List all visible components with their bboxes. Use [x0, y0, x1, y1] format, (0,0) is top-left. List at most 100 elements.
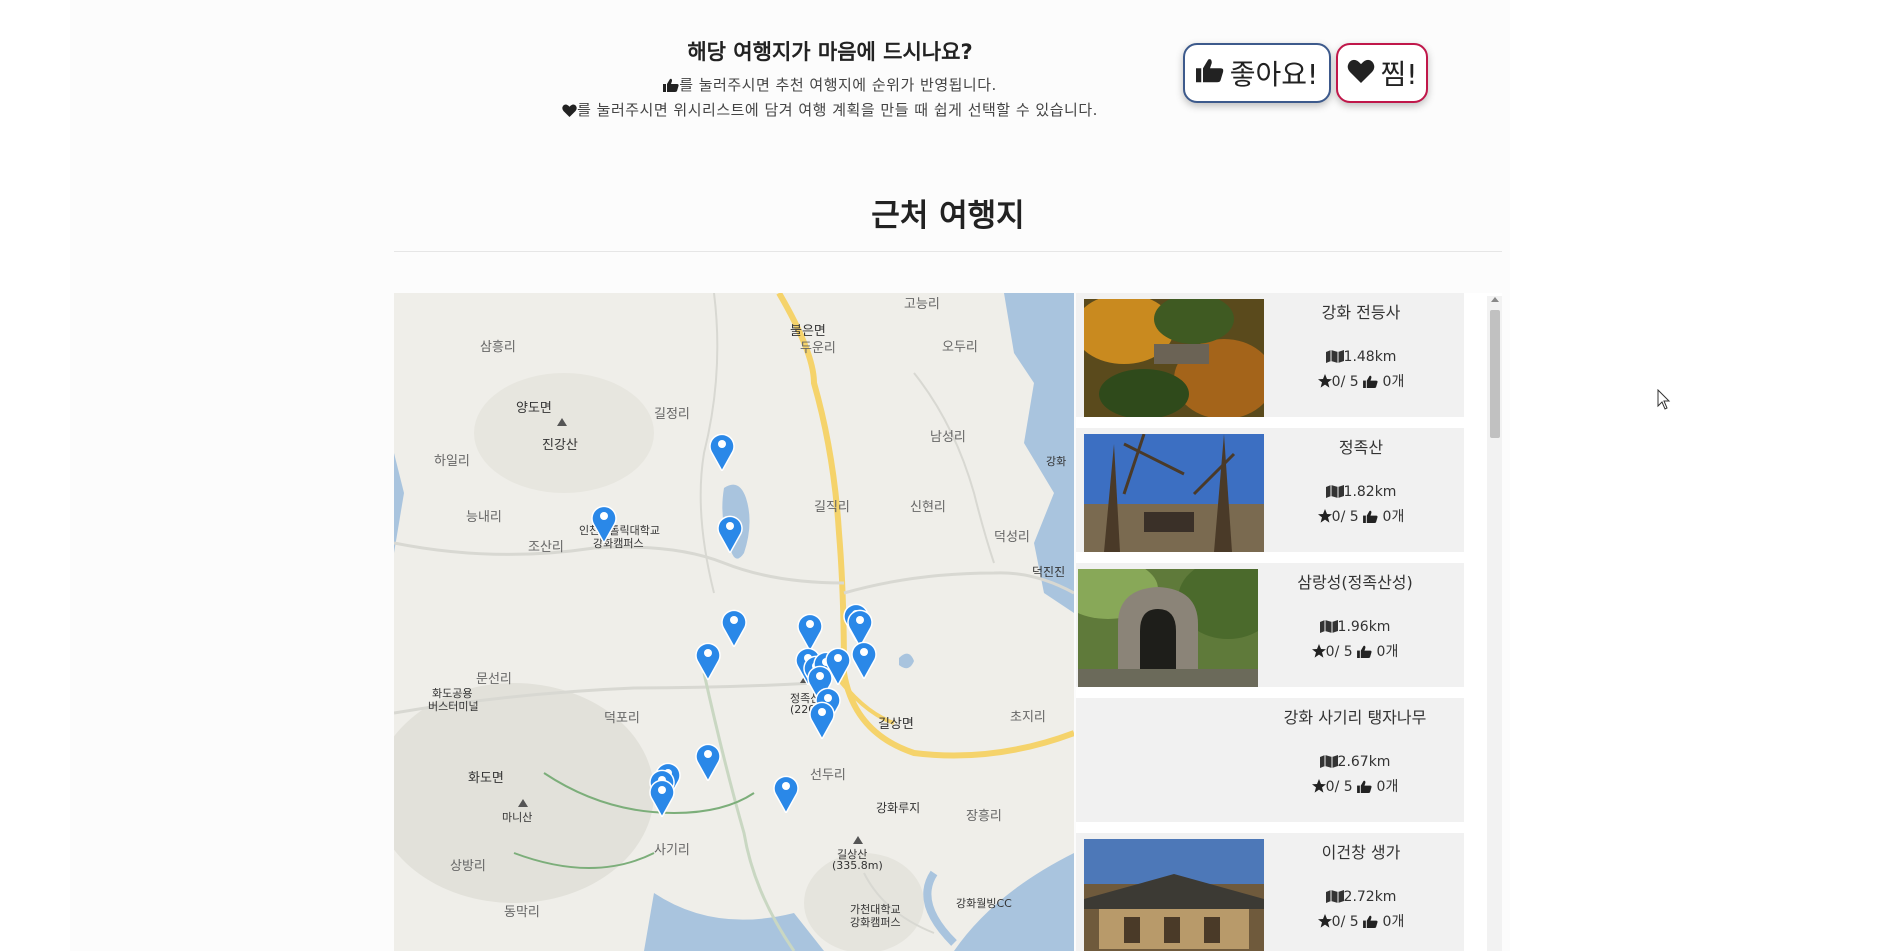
like-button[interactable]: 좋아요!	[1183, 43, 1331, 103]
place-thumbnail	[1084, 434, 1264, 552]
place-card[interactable]: 이건창 생가 2.72km 0/ 5 0개	[1076, 833, 1464, 951]
map-label: 덕포리	[604, 711, 640, 726]
place-stats: 0/ 5 0개	[1250, 776, 1460, 796]
map-label: 길상면	[878, 717, 914, 732]
map-label: 장흥리	[966, 809, 1002, 824]
mouse-cursor-icon	[1657, 389, 1671, 410]
map-marker-icon[interactable]	[590, 503, 618, 543]
map-label: 오두리	[942, 340, 978, 355]
map-label: 삼흥리	[480, 340, 516, 355]
map-label: 남성리	[930, 430, 966, 445]
place-stats: 0/ 5 0개	[1256, 911, 1466, 931]
feedback-prompt: 해당 여행지가 마음에 드시나요? 를 눌러주시면 추천 여행지에 순위가 반영…	[400, 36, 1260, 124]
map-label: 동막리	[504, 905, 540, 920]
map-label: 고능리	[904, 297, 940, 312]
prompt-like-text: 를 눌러주시면 추천 여행지에 순위가 반영됩니다.	[679, 76, 997, 94]
place-stats: 0/ 5 0개	[1256, 506, 1466, 526]
map-label: 강화	[1046, 455, 1067, 468]
map-label: 마니산	[502, 811, 533, 824]
map-label: 덕진진	[1032, 565, 1066, 579]
thumbs-up-icon	[1363, 914, 1378, 930]
scroll-up-arrow-icon[interactable]	[1491, 297, 1499, 302]
map-icon	[1325, 889, 1344, 905]
place-name: 삼랑성(정족산성)	[1297, 573, 1413, 592]
map-label: 사기리	[654, 843, 690, 858]
map-marker-icon[interactable]	[716, 513, 744, 553]
place-thumbnail	[1084, 299, 1264, 417]
place-stats: 0/ 5 0개	[1250, 641, 1460, 661]
place-name: 강화 전등사	[1321, 303, 1401, 322]
place-card[interactable]: 강화 전등사 1.48km 0/ 5 0개	[1076, 293, 1464, 417]
place-distance: 1.82km	[1256, 484, 1466, 500]
map-marker-icon[interactable]	[772, 773, 800, 813]
wishlist-button[interactable]: 찜!	[1336, 43, 1428, 103]
prompt-wish-text: 를 눌러주시면 위시리스트에 담겨 여행 계획을 만들 때 쉽게 선택할 수 있…	[577, 101, 1098, 119]
map-icon	[1319, 754, 1338, 770]
section-divider	[394, 251, 1502, 252]
map-marker-icon[interactable]	[694, 640, 722, 680]
map-marker-icon[interactable]	[648, 777, 676, 817]
map-marker-icon[interactable]	[850, 639, 878, 679]
thumbs-up-icon	[1195, 57, 1230, 90]
map-label: 강화캠퍼스	[850, 916, 901, 929]
wishlist-button-label: 찜!	[1380, 58, 1418, 91]
place-stats: 0/ 5 0개	[1256, 371, 1466, 391]
thumbs-up-icon	[1363, 509, 1378, 525]
map-label: 화도면	[468, 771, 504, 786]
map-label: 강화루지	[876, 801, 921, 815]
place-distance: 2.72km	[1256, 889, 1466, 905]
map-label: 상방리	[450, 859, 486, 874]
thumbs-up-icon	[1357, 779, 1372, 795]
star-icon	[1317, 509, 1332, 525]
thumbs-up-icon	[1357, 644, 1372, 660]
place-card[interactable]: 정족산 1.82km 0/ 5 0개	[1076, 428, 1464, 552]
map-label: 강화월빙CC	[956, 897, 1012, 910]
like-button-label: 좋아요!	[1229, 58, 1319, 91]
map-label: 능내리	[466, 510, 502, 525]
map-label: 버스터미널	[428, 700, 479, 713]
map-marker-icon[interactable]	[694, 741, 722, 781]
place-thumbnail	[1084, 839, 1264, 951]
map-icon	[1319, 619, 1338, 635]
place-name: 강화 사기리 탱자나무	[1283, 708, 1427, 727]
prompt-title: 해당 여행지가 마음에 드시나요?	[687, 40, 973, 64]
thumbs-up-icon	[1363, 374, 1378, 390]
star-icon	[1317, 914, 1332, 930]
place-distance: 2.67km	[1250, 754, 1460, 770]
place-name: 이건창 생가	[1321, 843, 1401, 862]
map-label: 두운리	[800, 341, 836, 356]
section-title: 근처 여행지	[871, 198, 1025, 234]
place-thumbnail	[1078, 569, 1258, 687]
map[interactable]: 삼흥리 양도면 진강산 하일리 능내리 조산리 인천가톨릭대학교 강화캠퍼스 길…	[394, 293, 1074, 951]
heart-icon	[562, 101, 577, 119]
star-icon	[1317, 374, 1332, 390]
map-label: 길직리	[814, 500, 850, 515]
map-label: 초지리	[1010, 710, 1046, 725]
map-marker-icon[interactable]	[720, 607, 748, 647]
map-label: 양도면	[516, 401, 552, 416]
place-name: 정족산	[1338, 438, 1384, 457]
map-icon	[1325, 484, 1344, 500]
map-label: 진강산	[542, 438, 578, 453]
place-thumbnail-empty	[1078, 704, 1258, 822]
map-label: 신현리	[910, 500, 946, 515]
star-icon	[1311, 779, 1326, 795]
place-distance: 1.48km	[1256, 349, 1466, 365]
list-scrollbar-thumb[interactable]	[1490, 310, 1500, 438]
place-card[interactable]: 강화 사기리 탱자나무 2.67km 0/ 5 0개	[1076, 698, 1464, 822]
prompt-like-hint: 를 눌러주시면 추천 여행지에 순위가 반영됩니다.	[400, 74, 1260, 95]
map-label: 길정리	[654, 407, 690, 422]
prompt-wish-hint: 를 눌러주시면 위시리스트에 담겨 여행 계획을 만들 때 쉽게 선택할 수 있…	[400, 99, 1260, 120]
map-label: 하일리	[434, 454, 470, 469]
nearby-place-list[interactable]: 강화 전등사 1.48km 0/ 5 0개 정족산 1.82km 0/ 5 0개…	[1076, 293, 1502, 951]
map-marker-icon[interactable]	[808, 699, 836, 739]
place-distance: 1.96km	[1250, 619, 1460, 635]
map-label: (335.8m)	[832, 859, 883, 872]
star-icon	[1311, 644, 1326, 660]
place-card[interactable]: 삼랑성(정족산성) 1.96km 0/ 5 0개	[1076, 563, 1464, 687]
map-marker-icon[interactable]	[708, 431, 736, 471]
map-label: 조산리	[528, 540, 564, 555]
map-label: 문선리	[476, 672, 512, 687]
map-icon	[1325, 349, 1344, 365]
thumbs-up-icon	[663, 76, 679, 94]
